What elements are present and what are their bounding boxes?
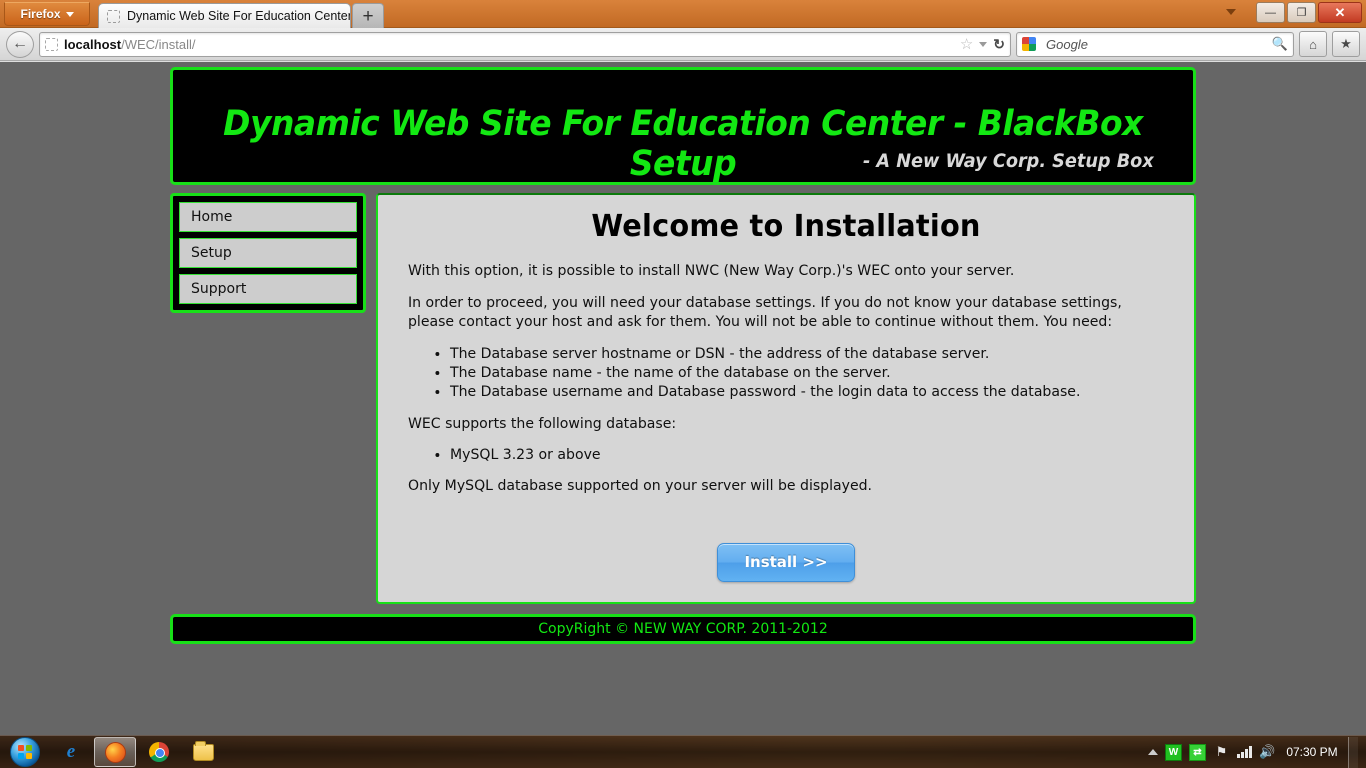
minimize-button[interactable]: — xyxy=(1256,2,1285,23)
arrow-left-icon: ← xyxy=(12,35,28,53)
supported-databases-list: MySQL 3.23 or above xyxy=(450,446,1164,465)
restore-button[interactable]: ❐ xyxy=(1287,2,1316,23)
taskbar-clock[interactable]: 07:30 PM xyxy=(1283,745,1341,759)
browser-tab[interactable]: Dynamic Web Site For Education Center ..… xyxy=(98,3,351,28)
home-icon: ⌂ xyxy=(1309,37,1317,52)
tray-app-icon-1[interactable]: W xyxy=(1165,744,1182,761)
sidebar-item-home[interactable]: Home xyxy=(179,202,357,232)
windows-logo-icon xyxy=(10,737,40,767)
bookmark-star-icon[interactable]: ☆ xyxy=(960,35,973,53)
content-panel: Welcome to Installation With this option… xyxy=(376,193,1196,604)
search-bar[interactable]: Google 🔍 xyxy=(1016,32,1294,57)
list-item: The Database name - the name of the data… xyxy=(450,364,1143,383)
page-title: Welcome to Installation xyxy=(423,209,1149,244)
firefox-menu-button[interactable]: Firefox xyxy=(4,2,90,26)
start-button[interactable] xyxy=(2,737,48,768)
note-paragraph: Only MySQL database supported on your se… xyxy=(408,477,1141,497)
firefox-icon xyxy=(105,742,126,763)
url-path: /WEC/install/ xyxy=(121,37,195,52)
home-button[interactable]: ⌂ xyxy=(1299,31,1327,57)
close-button[interactable]: ✕ xyxy=(1318,2,1362,23)
folder-icon xyxy=(193,744,214,761)
site-subtitle: - A New Way Corp. Setup Box xyxy=(863,150,1154,172)
action-center-icon[interactable]: ⚑ xyxy=(1213,744,1230,761)
sidebar-item-label: Home xyxy=(191,209,232,225)
bookmarks-button[interactable]: ★ xyxy=(1332,31,1360,57)
taskbar-item-firefox[interactable] xyxy=(94,737,136,767)
site-header-banner: Dynamic Web Site For Education Center - … xyxy=(170,67,1196,185)
taskbar-item-explorer[interactable] xyxy=(182,737,224,767)
new-tab-label: + xyxy=(362,7,373,26)
google-icon xyxy=(1022,37,1036,51)
page-viewport: Dynamic Web Site For Education Center - … xyxy=(0,62,1366,735)
taskbar-item-chrome[interactable] xyxy=(138,737,180,767)
requirements-list: The Database server hostname or DSN - th… xyxy=(450,345,1164,403)
volume-icon[interactable]: 🔊 xyxy=(1259,744,1276,761)
url-host: localhost xyxy=(64,37,121,52)
tab-strip: Firefox Dynamic Web Site For Education C… xyxy=(0,0,1366,28)
sidebar-item-label: Setup xyxy=(191,245,232,261)
taskbar-item-internet-explorer[interactable]: e xyxy=(50,737,92,767)
chevron-down-icon xyxy=(66,12,74,17)
page-container: Dynamic Web Site For Education Center - … xyxy=(170,62,1196,644)
back-button[interactable]: ← xyxy=(6,31,34,58)
tab-title: Dynamic Web Site For Education Center ..… xyxy=(127,9,351,23)
chrome-icon xyxy=(149,742,169,762)
list-item: The Database server hostname or DSN - th… xyxy=(450,345,1143,364)
install-button[interactable]: Install >> xyxy=(717,543,854,582)
windows-taskbar: e W ⇄ ⚑ 🔊 07:30 PM xyxy=(0,735,1366,768)
url-text: localhost/WEC/install/ xyxy=(64,37,954,52)
system-tray: W ⇄ ⚑ 🔊 07:30 PM xyxy=(1148,737,1366,768)
sidebar-item-support[interactable]: Support xyxy=(179,274,357,304)
minimize-icon: — xyxy=(1265,7,1276,19)
site-title: Dynamic Web Site For Education Center - … xyxy=(204,104,1163,184)
intro-paragraph: With this option, it is possible to inst… xyxy=(408,262,1141,282)
favicon-icon xyxy=(107,10,120,23)
window-controls: — ❐ ✕ xyxy=(1256,2,1362,23)
internet-explorer-icon: e xyxy=(67,741,75,763)
bookmarks-icon: ★ xyxy=(1340,36,1352,52)
firefox-window: Firefox Dynamic Web Site For Education C… xyxy=(0,0,1366,735)
site-identity-icon xyxy=(45,38,58,51)
sidebar-item-label: Support xyxy=(191,281,246,297)
list-item: MySQL 3.23 or above xyxy=(450,446,1143,465)
search-input[interactable]: Google xyxy=(1046,37,1267,52)
button-row: Install >> xyxy=(408,543,1164,582)
requirements-intro-paragraph: In order to proceed, you will need your … xyxy=(408,294,1141,333)
restore-icon: ❐ xyxy=(1297,6,1307,19)
firefox-menu-label: Firefox xyxy=(20,7,60,21)
chevron-down-icon[interactable] xyxy=(979,42,987,47)
sidebar-item-setup[interactable]: Setup xyxy=(179,238,357,268)
list-all-tabs-icon[interactable] xyxy=(1226,9,1236,15)
site-footer: CopyRight © NEW WAY CORP. 2011-2012 xyxy=(170,614,1196,644)
close-icon: ✕ xyxy=(1335,5,1346,21)
list-item: The Database username and Database passw… xyxy=(450,383,1143,402)
address-bar[interactable]: localhost/WEC/install/ ☆ ↻ xyxy=(39,32,1011,57)
copyright-text: CopyRight © NEW WAY CORP. 2011-2012 xyxy=(538,621,827,637)
new-tab-button[interactable]: + xyxy=(352,3,384,28)
sidebar-nav: Home Setup Support xyxy=(170,193,366,313)
show-hidden-icons-icon[interactable] xyxy=(1148,749,1158,755)
show-desktop-button[interactable] xyxy=(1348,737,1358,768)
tray-app-icon-2[interactable]: ⇄ xyxy=(1189,744,1206,761)
supports-intro-paragraph: WEC supports the following database: xyxy=(408,415,1141,435)
navigation-toolbar: ← localhost/WEC/install/ ☆ ↻ Google 🔍 ⌂ … xyxy=(0,28,1366,61)
reload-icon[interactable]: ↻ xyxy=(993,36,1005,53)
search-icon[interactable]: 🔍 xyxy=(1272,36,1288,52)
network-signal-icon[interactable] xyxy=(1237,746,1252,758)
main-layout: Home Setup Support Welcome to Installati… xyxy=(170,193,1196,604)
